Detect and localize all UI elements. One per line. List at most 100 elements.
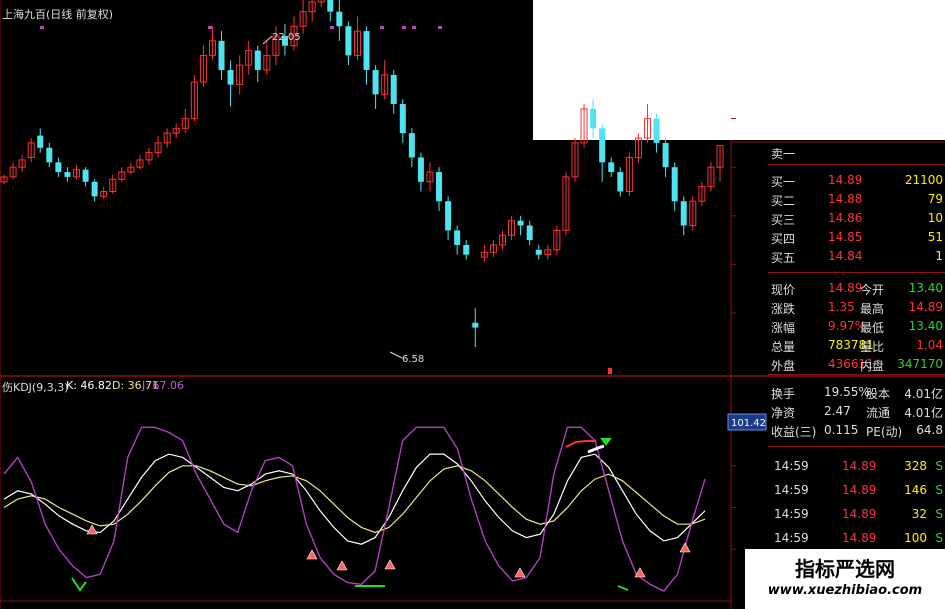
sell1-label: 卖一: [771, 147, 796, 161]
candle-body: [463, 244, 470, 255]
candle-body: [608, 162, 615, 173]
stat-value: 4.01亿: [904, 406, 943, 420]
bid-volume: 1: [935, 249, 943, 263]
event-marker: [608, 368, 612, 374]
watermark: 指标严选网 www.xuezhibiao.com: [745, 549, 945, 609]
stat-label: 股本: [866, 387, 891, 401]
candle-body: [37, 135, 44, 148]
tick-price: 14.89: [842, 483, 877, 497]
tick-direction: S: [935, 507, 943, 521]
candle-body: [590, 108, 597, 129]
stat-label: PE(动): [866, 425, 903, 439]
candle-body: [472, 322, 479, 328]
stat-label: 内盘: [860, 359, 885, 373]
tick-price: 14.89: [842, 531, 877, 545]
stat-value: 13.40: [908, 319, 943, 333]
candle-body: [336, 11, 343, 27]
candle-body: [436, 172, 443, 202]
stat-label: 最低: [860, 321, 885, 335]
tick-volume: 328: [904, 459, 927, 473]
stat-label: 换手: [771, 387, 796, 401]
bid-volume: 79: [927, 192, 943, 206]
tick-time: 14:59: [774, 483, 809, 497]
tick-row: 14:59 14.89 32 S: [768, 504, 945, 526]
candle-body: [390, 74, 397, 105]
candle-body: [82, 169, 89, 182]
candle-body: [680, 201, 687, 226]
candle-body: [345, 26, 352, 56]
tick-price: 14.89: [842, 459, 877, 473]
stat-value: 13.40: [908, 281, 943, 295]
bid-label: 买五: [771, 251, 796, 265]
bid-price: 14.85: [828, 230, 863, 244]
bid-price: 14.89: [828, 173, 863, 187]
stat-label: 涨幅: [771, 321, 796, 335]
tick-row: 14:59 14.89 100 S: [768, 528, 945, 550]
tick-direction: S: [935, 483, 943, 497]
tick-time: 14:59: [774, 507, 809, 521]
chart-title: 上海九百(日线 前复权): [2, 8, 114, 21]
high-price-label: 22.05: [272, 32, 301, 43]
stat-value: 14.89: [908, 300, 943, 314]
stat-value: 64.8: [916, 423, 943, 437]
stat-value: 19.55%: [824, 385, 870, 399]
tick-volume: 146: [904, 483, 927, 497]
event-marker: [412, 26, 416, 29]
panel-separator: [768, 374, 945, 375]
indicator-name: 伤KDJ(9,3,3): [2, 381, 69, 394]
bid-volume: 10: [927, 211, 943, 225]
candle-body: [599, 128, 606, 163]
panel-separator: [768, 164, 945, 165]
bid-price: 14.84: [828, 249, 863, 263]
quote-sell1-row: 卖一: [768, 142, 945, 164]
stat-value: 1.04: [916, 338, 943, 352]
bid-volume: 51: [927, 230, 943, 244]
k-value-label: K: 46.82: [66, 379, 112, 392]
candle-body: [327, 0, 334, 12]
candle-body: [671, 167, 678, 202]
candle-body: [662, 142, 669, 168]
quote-stat2-row: 收益(三) 0.115 PE(动) 64.8: [768, 420, 945, 442]
candle-body: [55, 162, 62, 173]
cursor-value-label: 101.42: [731, 418, 766, 429]
candle-body: [526, 225, 533, 241]
quote-panel: 卖一 买一 14.89 21100 买二 14.88 79 买三 14.86 10 买四 14.85 5…: [768, 142, 945, 609]
stat-label: 今开: [860, 283, 885, 297]
event-marker: [402, 26, 406, 29]
watermark-url: www.xuezhibiao.com: [767, 583, 923, 598]
event-marker: [438, 26, 442, 29]
candle-body: [617, 172, 624, 192]
tick-time: 14:59: [774, 459, 809, 473]
tick-price: 14.89: [842, 507, 877, 521]
candle-body: [254, 50, 261, 70]
event-marker: [330, 26, 334, 29]
bid-label: 买三: [771, 213, 796, 227]
bid-price: 14.86: [828, 211, 863, 225]
quote-bid-row: 买五 14.84 1: [768, 246, 945, 268]
stat-label: 涨跌: [771, 302, 796, 316]
candle-body: [91, 181, 98, 197]
bid-label: 买一: [771, 175, 796, 189]
tick-direction: S: [935, 459, 943, 473]
event-marker: [208, 26, 212, 29]
stat-label: 净资: [771, 406, 796, 420]
candle-body: [218, 40, 225, 70]
stat-label: 收益(三): [771, 425, 817, 439]
j-value-label: J: 67.06: [142, 379, 184, 392]
stat-label: 外盘: [771, 359, 796, 373]
stat-value: 0.115: [824, 423, 859, 437]
candle-body: [408, 133, 415, 158]
candle-body: [64, 172, 71, 177]
stat-label: 总量: [771, 340, 796, 354]
candle-body: [363, 31, 370, 70]
bid-volume: 21100: [904, 173, 943, 187]
candle-body: [445, 201, 452, 231]
bid-label: 买四: [771, 232, 796, 246]
stat-label: 量比: [860, 340, 885, 354]
candle-body: [653, 118, 660, 143]
candle-body: [517, 220, 524, 226]
quote-stat-row: 外盘 436611 内盘 347170: [768, 354, 945, 376]
bid-label: 买二: [771, 194, 796, 208]
candle-body: [46, 147, 53, 163]
watermark-title: 指标严选网: [795, 557, 895, 581]
